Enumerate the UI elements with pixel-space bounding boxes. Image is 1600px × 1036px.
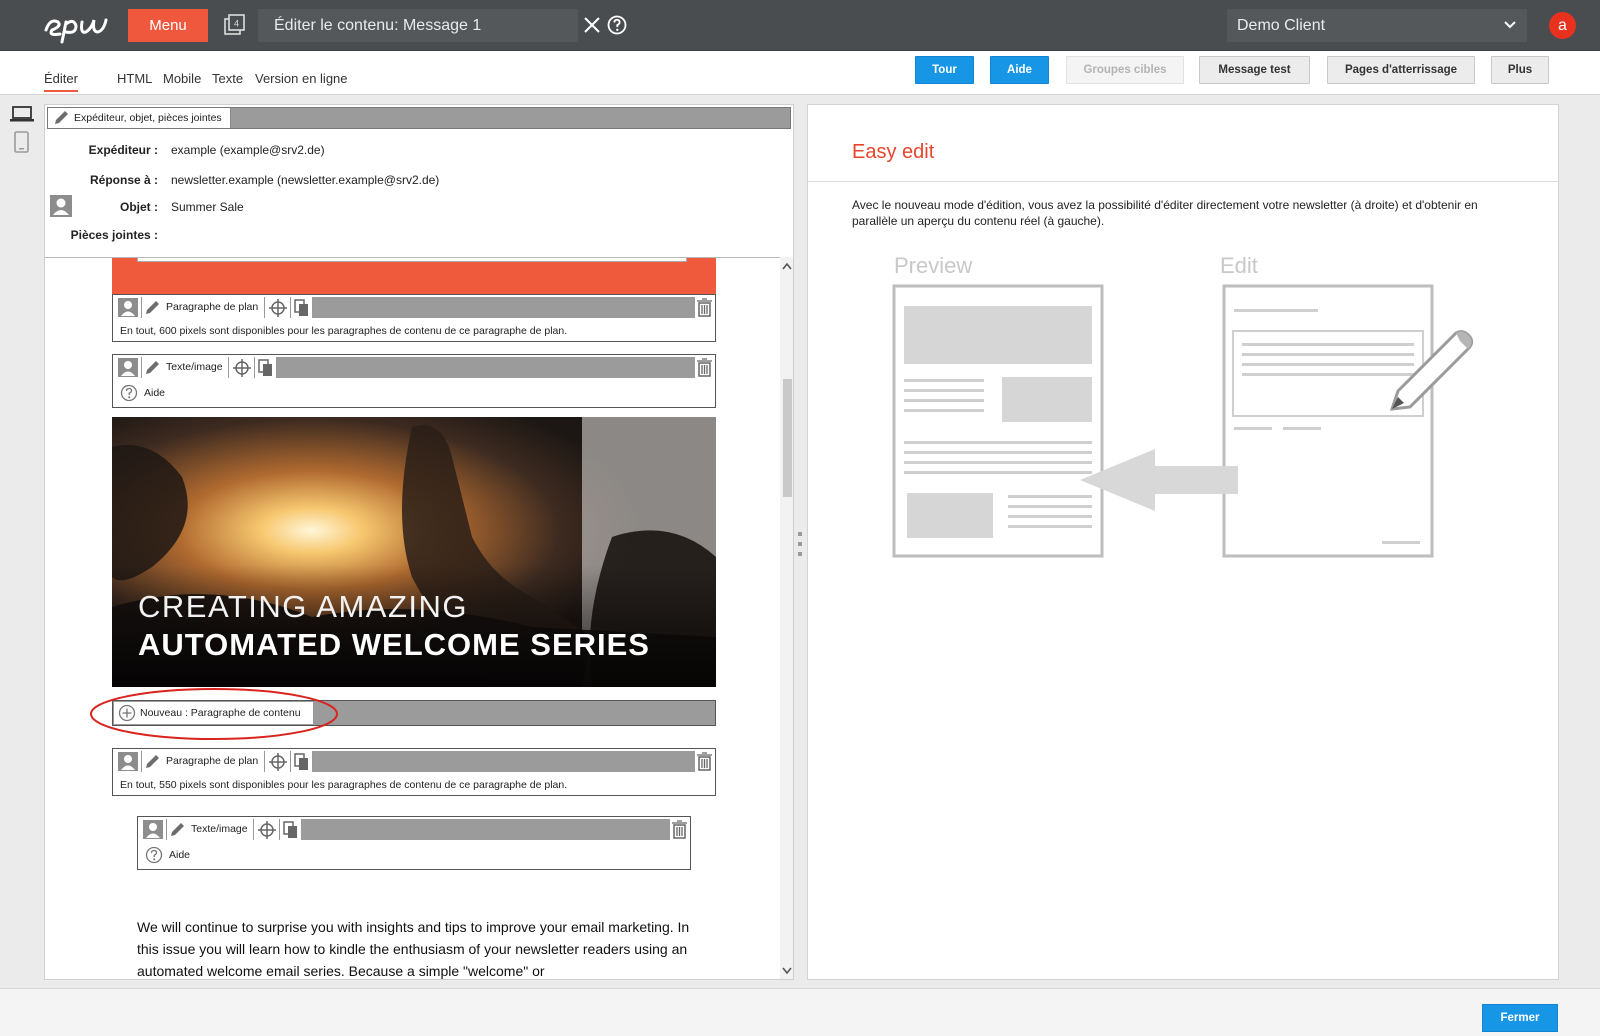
laptop-icon[interactable] bbox=[10, 105, 34, 123]
reply-label: Réponse à : bbox=[89, 173, 158, 187]
mode-tab-html[interactable]: HTML bbox=[117, 71, 152, 86]
open-tabs-icon[interactable]: 4 bbox=[224, 14, 246, 36]
close-button[interactable]: Fermer bbox=[1482, 1004, 1558, 1032]
mobile-icon[interactable] bbox=[14, 131, 29, 153]
block-label: Paragraphe de plan bbox=[166, 755, 259, 767]
close-icon[interactable] bbox=[583, 16, 601, 34]
editor-toolbar: Éditer HTML Mobile Texte Version en lign… bbox=[0, 51, 1600, 95]
target-icon[interactable] bbox=[233, 359, 251, 377]
copy-icon[interactable] bbox=[294, 299, 310, 317]
edit-label: Edit bbox=[1220, 253, 1258, 278]
page-title: Éditer le contenu: Message 1 bbox=[258, 9, 578, 42]
target-icon[interactable] bbox=[269, 299, 287, 317]
block-info-text: En tout, 600 pixels sont disponibles pou… bbox=[120, 325, 568, 337]
help-circle-icon[interactable] bbox=[120, 384, 138, 402]
user-icon bbox=[118, 358, 138, 377]
user-icon bbox=[118, 752, 138, 771]
pencil-icon[interactable] bbox=[169, 822, 185, 838]
avatar[interactable]: a bbox=[1549, 12, 1576, 39]
subject-value: Summer Sale bbox=[171, 200, 244, 214]
epi-logo[interactable] bbox=[42, 8, 112, 44]
help-link[interactable]: Aide bbox=[169, 849, 190, 861]
tour-button[interactable]: Tour bbox=[915, 56, 974, 84]
block-info-text: En tout, 550 pixels sont disponibles pou… bbox=[120, 779, 568, 791]
user-icon bbox=[118, 298, 138, 317]
pencil-icon[interactable] bbox=[144, 300, 160, 316]
target-icon[interactable] bbox=[269, 753, 287, 771]
client-select[interactable]: Demo Client bbox=[1227, 9, 1527, 42]
orange-header-band bbox=[112, 258, 716, 294]
help-icon[interactable] bbox=[607, 15, 627, 35]
pencil-icon bbox=[55, 111, 68, 124]
help-circle-icon[interactable] bbox=[145, 846, 163, 864]
layout-paragraph-block[interactable]: Paragraphe de plan En tout, 550 pixels s… bbox=[112, 748, 716, 796]
hero-title-line1: CREATING AMAZING bbox=[138, 589, 469, 624]
top-bar: Menu 4 Éditer le contenu: Message 1 Demo… bbox=[0, 0, 1600, 51]
more-button[interactable]: Plus bbox=[1491, 56, 1549, 84]
copy-icon[interactable] bbox=[258, 359, 274, 377]
help-link[interactable]: Aide bbox=[144, 387, 165, 399]
layout-paragraph-block[interactable]: Paragraphe de plan En tout, 600 pixels s… bbox=[112, 294, 716, 342]
block-label: Paragraphe de plan bbox=[166, 301, 259, 313]
header-bar[interactable]: Expéditeur, objet, pièces jointes bbox=[47, 107, 791, 129]
header-bar-label: Expéditeur, objet, pièces jointes bbox=[74, 112, 222, 124]
mode-tab-online[interactable]: Version en ligne bbox=[255, 71, 348, 86]
tabs-count: 4 bbox=[234, 19, 239, 29]
scroll-up-icon[interactable] bbox=[782, 262, 792, 270]
trash-icon[interactable] bbox=[695, 357, 714, 378]
hero-image[interactable]: CREATING AMAZING AUTOMATED WELCOME SERIE… bbox=[112, 417, 716, 687]
scrollbar-thumb[interactable] bbox=[783, 379, 792, 497]
mode-tab-mobile[interactable]: Mobile bbox=[163, 71, 201, 86]
target-groups-button[interactable]: Groupes cibles bbox=[1066, 56, 1184, 84]
panel-splitter-handle[interactable] bbox=[797, 530, 803, 558]
mode-tab-edit[interactable]: Éditer bbox=[44, 71, 78, 92]
pencil-icon[interactable] bbox=[144, 360, 160, 376]
info-panel: Easy edit Avec le nouveau mode d'édition… bbox=[807, 104, 1559, 980]
subject-label: Objet : bbox=[120, 200, 158, 214]
scroll-down-icon[interactable] bbox=[782, 967, 792, 975]
newsletter-canvas[interactable]: Paragraphe de plan En tout, 600 pixels s… bbox=[45, 257, 793, 979]
menu-button[interactable]: Menu bbox=[128, 9, 208, 42]
attachments-label: Pièces jointes : bbox=[70, 228, 158, 242]
client-name: Demo Client bbox=[1237, 17, 1326, 34]
text-image-block[interactable]: Texte/image Aide bbox=[137, 816, 691, 870]
trash-icon[interactable] bbox=[695, 297, 714, 318]
trash-icon[interactable] bbox=[695, 751, 714, 772]
chevron-down-icon bbox=[1504, 21, 1516, 29]
vertical-scrollbar[interactable] bbox=[780, 257, 793, 979]
text-image-block[interactable]: Texte/image Aide bbox=[112, 354, 716, 408]
sender-label: Expéditeur : bbox=[88, 143, 158, 157]
footer-bar: Fermer bbox=[0, 988, 1600, 1036]
copy-icon[interactable] bbox=[283, 821, 299, 839]
reply-value: newsletter.example (newsletter.example@s… bbox=[171, 173, 440, 187]
info-title: Easy edit bbox=[852, 141, 935, 163]
sender-value: example (example@srv2.de) bbox=[171, 143, 325, 157]
hero-title-line2: AUTOMATED WELCOME SERIES bbox=[138, 627, 650, 662]
user-icon bbox=[143, 820, 163, 839]
newsletter-body-text[interactable]: We will continue to surprise you with in… bbox=[137, 916, 697, 979]
preview-edit-illustration: Preview Edit bbox=[892, 253, 1474, 558]
highlight-ellipse bbox=[90, 688, 338, 740]
landing-pages-button[interactable]: Pages d'atterrissage bbox=[1327, 56, 1475, 84]
mode-tab-text[interactable]: Texte bbox=[212, 71, 243, 86]
preview-label: Preview bbox=[894, 253, 972, 278]
info-description: Avec le nouveau mode d'édition, vous ave… bbox=[852, 198, 1478, 228]
help-button[interactable]: Aide bbox=[990, 56, 1049, 84]
target-icon[interactable] bbox=[258, 821, 276, 839]
pencil-icon[interactable] bbox=[144, 754, 160, 770]
trash-icon[interactable] bbox=[670, 819, 689, 840]
test-message-button[interactable]: Message test bbox=[1199, 56, 1310, 84]
copy-icon[interactable] bbox=[294, 753, 310, 771]
edit-panel: Expéditeur, objet, pièces jointes Expédi… bbox=[44, 104, 794, 980]
